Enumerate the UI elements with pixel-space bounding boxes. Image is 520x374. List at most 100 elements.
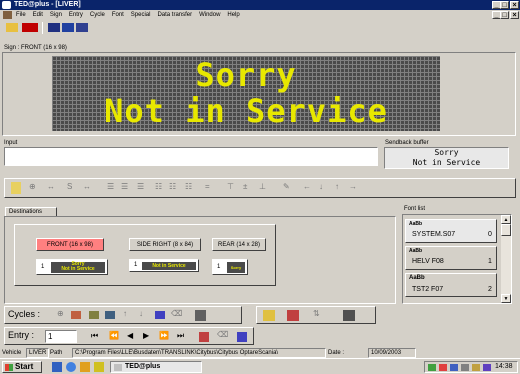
prev-entry-icon[interactable]: ◀ xyxy=(127,331,133,340)
cascade-icon[interactable] xyxy=(76,23,88,32)
cycle-tools-group: ⇅ xyxy=(256,306,376,324)
cycle-up-icon[interactable]: ↑ xyxy=(123,309,127,318)
menu-help[interactable]: Help xyxy=(227,12,239,18)
tray-icon-2[interactable] xyxy=(439,364,447,371)
prev-fast-icon[interactable]: ⏪ xyxy=(109,331,119,340)
status-path-label: Path xyxy=(50,350,63,356)
thumb-side[interactable]: 1 Not in Service xyxy=(129,259,199,272)
cycle-list-icon[interactable] xyxy=(287,310,299,321)
line1-icon[interactable]: ☰ xyxy=(107,182,114,191)
start-label: Start xyxy=(15,362,34,371)
menu-font[interactable]: Font xyxy=(112,12,124,18)
thumb-rear[interactable]: 1 Sorry xyxy=(212,259,248,275)
last-entry-icon[interactable]: ⏭ xyxy=(177,331,184,341)
maximize-button[interactable]: □ xyxy=(500,1,509,9)
tray-icon-4[interactable] xyxy=(461,364,469,371)
quicklaunch-ie-icon[interactable] xyxy=(66,362,76,372)
scroll-up-button[interactable]: ▲ xyxy=(501,215,511,224)
erase-icon[interactable]: ✎ xyxy=(283,182,290,191)
entry-add-icon[interactable] xyxy=(199,332,209,342)
input-field[interactable] xyxy=(4,147,378,166)
sign-side-right-button[interactable]: SIDE RIGHT (8 x 84) xyxy=(129,238,201,251)
abc3-icon[interactable]: ☷ xyxy=(185,182,192,191)
window-icon[interactable] xyxy=(62,23,74,32)
sign-view-icon[interactable] xyxy=(48,23,60,32)
first-entry-icon[interactable]: ⏮ xyxy=(91,331,98,341)
close-button[interactable]: × xyxy=(510,1,519,9)
center-icon[interactable]: ↔ xyxy=(83,182,91,191)
cycle-add-icon[interactable]: ⊕ xyxy=(57,309,64,318)
font-item-1[interactable]: AaBb HELV F08 1 xyxy=(405,246,497,270)
menu-cycle[interactable]: Cycle xyxy=(90,12,105,18)
status-date: 10/09/2003 xyxy=(368,348,416,358)
abc1-icon[interactable]: ☷ xyxy=(155,182,162,191)
select-tool-icon[interactable] xyxy=(11,182,21,194)
open-folder-icon[interactable] xyxy=(6,23,18,32)
font-num-1: 1 xyxy=(488,258,492,265)
abc2-icon[interactable]: ☷ xyxy=(169,182,176,191)
cycles-label: Cycles : xyxy=(8,309,41,319)
cycle-down-icon[interactable]: ↓ xyxy=(139,309,143,318)
scroll-thumb[interactable] xyxy=(501,224,511,236)
cycle-insert-icon[interactable] xyxy=(89,311,99,319)
entry-field[interactable]: 1 xyxy=(45,330,77,343)
cycle-copy-icon[interactable] xyxy=(71,311,81,319)
next-entry-icon[interactable]: ▶ xyxy=(143,331,149,340)
led-line-2: Not in Service xyxy=(104,92,388,130)
start-button[interactable]: Start xyxy=(2,361,42,373)
child-restore-button[interactable]: □ xyxy=(500,11,509,19)
menu-data-transfer[interactable]: Data transfer xyxy=(157,12,192,18)
status-vehicle: LIVER xyxy=(26,348,50,358)
align-middle-icon[interactable]: ± xyxy=(243,182,247,191)
cycles-toolbar: Cycles : ⊕ ↑ ↓ ⌫ xyxy=(4,306,242,324)
cycle-edit-icon[interactable] xyxy=(155,311,165,319)
move-left-icon[interactable]: ← xyxy=(303,182,311,191)
led-display[interactable]: Sorry Not in Service xyxy=(52,56,440,131)
sign-label: Sign : FRONT (16 x 98) xyxy=(4,45,67,51)
insert-icon[interactable]: ⊕ xyxy=(29,182,36,191)
cycle-move-icon[interactable] xyxy=(105,311,115,319)
cycle-props-icon[interactable] xyxy=(195,310,206,321)
tray-icon-3[interactable] xyxy=(450,364,458,371)
entry-delete-icon[interactable]: ⌫ xyxy=(217,330,228,339)
cycle-settings-icon[interactable] xyxy=(343,310,355,321)
tray-icon-6[interactable] xyxy=(483,364,491,371)
tray-icon-1[interactable] xyxy=(428,364,436,371)
status-path: C:\Program Files\LLE\Busdaten\TRANSLINK\… xyxy=(72,348,326,358)
font-item-2[interactable]: AaBb TST2 F07 2 xyxy=(405,273,497,297)
scroll-icon[interactable]: ↔ xyxy=(47,182,55,191)
move-down-icon[interactable]: ↓ xyxy=(319,182,323,191)
align-top-icon[interactable]: ⊤ xyxy=(227,182,234,191)
sign-front-button[interactable]: FRONT (16 x 98) xyxy=(36,238,104,251)
tray-icon-5[interactable] xyxy=(472,364,480,371)
equal-icon[interactable]: = xyxy=(205,182,210,191)
quicklaunch-desktop-icon[interactable] xyxy=(52,362,62,372)
menu-entry[interactable]: Entry xyxy=(69,12,83,18)
cycle-bars-icon[interactable] xyxy=(263,310,275,321)
thumb-front[interactable]: 1 Sorry Not in Service xyxy=(36,259,108,275)
move-up-icon[interactable]: ↑ xyxy=(335,182,339,191)
menu-special[interactable]: Special xyxy=(131,12,151,18)
menu-edit[interactable]: Edit xyxy=(33,12,43,18)
entry-props-icon[interactable] xyxy=(237,332,247,342)
menu-window[interactable]: Window xyxy=(199,12,220,18)
static-icon[interactable]: S xyxy=(67,182,72,191)
line3-icon[interactable]: ☰ xyxy=(137,182,144,191)
cycle-delete-icon[interactable]: ⌫ xyxy=(171,309,182,318)
menu-file[interactable]: File xyxy=(16,12,26,18)
child-close-button[interactable]: × xyxy=(510,11,519,19)
bus-icon[interactable] xyxy=(22,23,38,32)
taskbar-button-tedplus[interactable]: TED@plus xyxy=(110,361,202,373)
font-item-0[interactable]: AaBb SYSTEM.S07 0 xyxy=(405,219,497,243)
next-fast-icon[interactable]: ⏩ xyxy=(159,331,169,340)
menu-sign[interactable]: Sign xyxy=(50,12,62,18)
move-right-icon[interactable]: → xyxy=(349,182,357,191)
fontlist-scrollbar[interactable]: ▲ ▼ xyxy=(501,215,511,303)
scroll-down-button[interactable]: ▼ xyxy=(501,294,511,303)
cycle-sort-icon[interactable]: ⇅ xyxy=(313,309,320,318)
quicklaunch-outlook-icon[interactable] xyxy=(94,362,104,372)
line2-icon[interactable]: ☰ xyxy=(121,182,128,191)
quicklaunch-media-icon[interactable] xyxy=(80,362,90,372)
sign-rear-button[interactable]: REAR (14 x 28) xyxy=(212,238,266,251)
align-bottom-icon[interactable]: ⊥ xyxy=(259,182,266,191)
